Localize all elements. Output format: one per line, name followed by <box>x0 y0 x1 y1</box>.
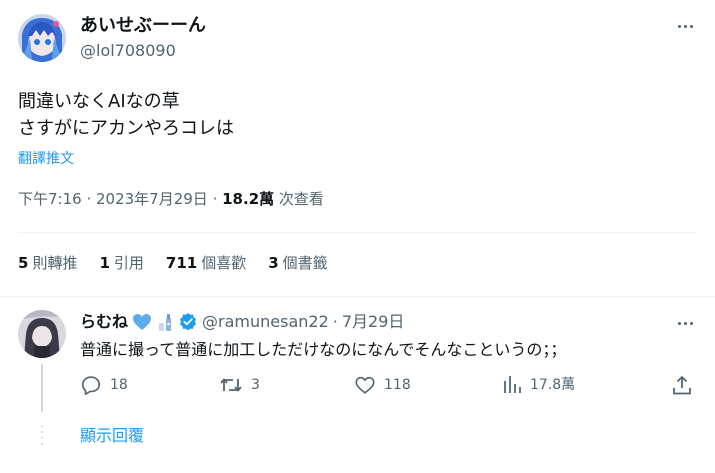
views-button[interactable]: 17.8萬 <box>502 374 575 394</box>
main-tweet: あいせぶーーん @lol708090 間違いなくAIなの草 さすがにアカンやろコ… <box>0 0 715 295</box>
reply-handle[interactable]: @ramunesan22 <box>202 311 329 333</box>
divider <box>18 232 697 233</box>
likes-label: 個喜歡 <box>201 254 247 272</box>
reply-avatar[interactable] <box>18 310 66 358</box>
tweet-stats: 5 則轉推 1 引用 711 個喜歡 3 個書籤 <box>18 252 328 274</box>
reply-text: 普通に撮って普通に加工しただけなのになんでそんなこというの；； <box>80 340 567 359</box>
translate-tweet-link[interactable]: 翻譯推文 <box>18 149 74 169</box>
views-label: 次查看 <box>274 190 324 208</box>
reply-date[interactable]: 7月29日 <box>342 311 405 333</box>
reply-button[interactable]: 18 <box>80 374 128 396</box>
reply-separator: · <box>332 312 338 331</box>
avatar[interactable] <box>18 14 66 62</box>
likes-count: 711 <box>165 254 198 272</box>
bookmarks-stat[interactable]: 3 個書籤 <box>268 252 327 274</box>
retweet-button[interactable]: 3 <box>219 374 260 396</box>
bottle-icon <box>159 314 172 331</box>
reply-display-name[interactable]: らむね <box>80 311 128 333</box>
retweets-label: 則轉推 <box>32 254 78 272</box>
meta-separator-2: · <box>207 190 223 208</box>
reply-tweet[interactable]: らむね @ramunesan22 · 7月29日 普通に撮って普通に加工しただけ… <box>0 297 715 473</box>
user-handle[interactable]: @lol708090 <box>80 40 176 62</box>
quotes-stat[interactable]: 1 引用 <box>99 252 143 274</box>
likes-stat[interactable]: 711 個喜歡 <box>166 252 246 274</box>
tweet-time[interactable]: 下午7:16 <box>18 190 82 208</box>
share-button[interactable] <box>672 374 692 396</box>
reply-count: 18 <box>110 377 128 393</box>
show-replies-link[interactable]: 顯示回覆 <box>80 425 144 447</box>
views-icon <box>504 376 521 393</box>
like-icon <box>355 376 375 394</box>
views-count: 18.2萬 <box>222 190 275 208</box>
retweet-icon <box>220 378 242 392</box>
bookmarks-label: 個書籤 <box>282 254 328 272</box>
reply-icon <box>81 376 101 395</box>
blue-heart-icon <box>133 314 152 330</box>
thread-dots <box>40 425 44 451</box>
reply-more-icon[interactable] <box>670 313 700 333</box>
quotes-count: 1 <box>99 254 110 272</box>
views-count-reply: 17.8萬 <box>530 377 576 393</box>
reply-actions: 18 3 118 17.8萬 <box>80 374 700 400</box>
more-icon[interactable] <box>670 16 700 36</box>
share-icon <box>673 376 691 395</box>
like-button[interactable]: 118 <box>354 374 411 396</box>
tweet-meta: 下午7:16 · 2023年7月29日 · 18.2萬 次查看 <box>18 188 324 210</box>
retweet-count: 3 <box>251 377 260 393</box>
like-count: 118 <box>384 377 411 393</box>
tweet-text-line-2: さすがにアカンやろコレは <box>18 118 234 139</box>
meta-separator: · <box>81 190 96 208</box>
retweets-stat[interactable]: 5 則轉推 <box>18 252 77 274</box>
tweet-date[interactable]: 2023年7月29日 <box>96 190 208 208</box>
verified-badge-icon <box>180 313 197 331</box>
thread-line <box>41 364 43 412</box>
retweets-count: 5 <box>18 254 29 272</box>
tweet-text: 間違いなくAIなの草 さすがにアカンやろコレは <box>18 88 234 142</box>
quotes-label: 引用 <box>113 254 144 272</box>
tweet-text-line-1: 間違いなくAIなの草 <box>18 91 180 112</box>
display-name[interactable]: あいせぶーーん <box>80 14 206 38</box>
reply-header: らむね @ramunesan22 · 7月29日 <box>80 311 404 333</box>
bookmarks-count: 3 <box>268 254 279 272</box>
